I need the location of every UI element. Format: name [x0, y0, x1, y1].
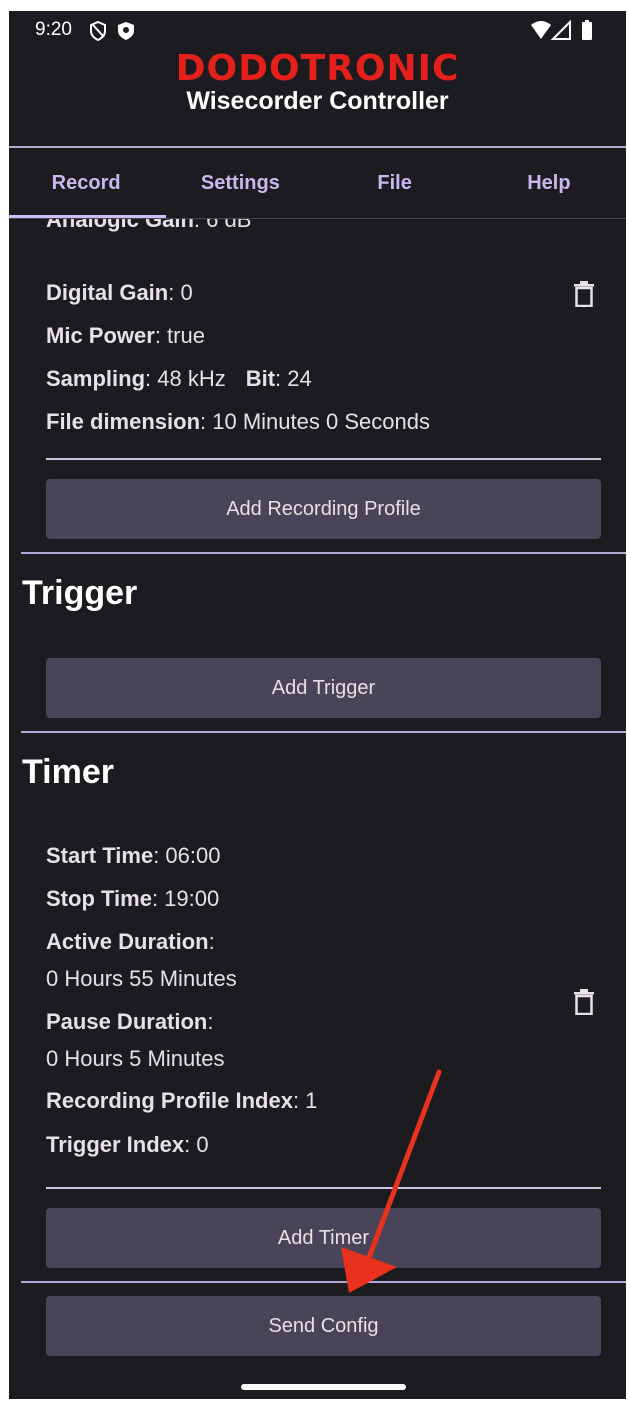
pause-duration-row: Pause Duration:	[46, 1009, 214, 1035]
mic-power-row: Mic Power: true	[46, 323, 205, 349]
analogic-gain-label: Analogic Gain	[46, 219, 194, 232]
tab-record[interactable]: Record	[9, 148, 163, 218]
security-shield-icon	[118, 22, 134, 40]
dodotronic-logo: DODOTRONIC	[175, 48, 460, 89]
pause-duration-colon: :	[207, 1009, 214, 1034]
recording-profile-index-row: Recording Profile Index: 1	[46, 1088, 317, 1114]
file-dimension-row: File dimension: 10 Minutes 0 Seconds	[46, 409, 430, 435]
digital-gain-value: : 0	[168, 280, 193, 305]
digital-gain-row: Digital Gain: 0	[46, 280, 193, 306]
recording-profile-index-label: Recording Profile Index	[46, 1088, 293, 1113]
trigger-index-label: Trigger Index	[46, 1132, 185, 1157]
add-trigger-button[interactable]: Add Trigger	[46, 658, 601, 718]
start-time-value: : 06:00	[153, 843, 221, 868]
tab-file[interactable]: File	[318, 148, 472, 218]
active-duration-row: Active Duration:	[46, 929, 215, 955]
stop-time-label: Stop Time	[46, 886, 152, 911]
trigger-section-title: Trigger	[22, 574, 138, 612]
send-config-button[interactable]: Send Config	[46, 1296, 601, 1356]
analogic-gain-value: : 6 dB	[193, 219, 252, 232]
bit-value: : 24	[275, 366, 312, 391]
section-divider-send	[21, 1281, 626, 1283]
home-indicator[interactable]	[241, 1384, 406, 1390]
sampling-row: Sampling: 48 kHz Bit: 24	[46, 366, 312, 392]
delete-profile-trash-icon[interactable]	[574, 281, 594, 307]
mic-power-value: : true	[154, 323, 205, 348]
digital-gain-label: Digital Gain	[46, 280, 169, 305]
tab-settings[interactable]: Settings	[163, 148, 317, 218]
pause-duration-label: Pause Duration	[46, 1009, 208, 1034]
active-duration-label: Active Duration	[46, 929, 209, 954]
section-divider-trigger	[21, 552, 626, 554]
section-divider-timer	[21, 731, 626, 733]
app-title: Wisecorder Controller	[186, 87, 449, 115]
status-right-icons	[530, 19, 600, 47]
recording-profile-index-value: : 1	[292, 1088, 318, 1113]
add-timer-button[interactable]: Add Timer	[46, 1208, 601, 1268]
active-duration-value: 0 Hours 55 Minutes	[46, 966, 237, 991]
add-recording-profile-button[interactable]: Add Recording Profile	[46, 479, 601, 539]
record-content[interactable]: Analogic Gain: 6 dB Digital Gain: 0 Mic …	[9, 219, 626, 1399]
wifi-icon	[531, 21, 551, 39]
pause-duration-value: 0 Hours 5 Minutes	[46, 1046, 225, 1071]
start-time-row: Start Time: 06:00	[46, 843, 220, 869]
stop-time-value: : 19:00	[151, 886, 220, 911]
bit-label: Bit	[245, 366, 276, 391]
status-time: 9:20	[35, 19, 72, 40]
timer-divider	[46, 1187, 601, 1189]
timer-section-title: Timer	[22, 753, 114, 791]
mic-power-label: Mic Power	[46, 323, 155, 348]
profile-divider	[46, 458, 601, 460]
tab-help[interactable]: Help	[472, 148, 626, 218]
stop-time-row: Stop Time: 19:00	[46, 886, 219, 912]
file-dimension-label: File dimension	[46, 409, 201, 434]
vpn-shield-icon	[90, 20, 106, 42]
sampling-label: Sampling	[46, 366, 146, 391]
active-duration-colon: :	[208, 929, 215, 954]
status-left-icons	[89, 20, 139, 47]
trigger-index-row: Trigger Index: 0	[46, 1132, 209, 1158]
sampling-value: : 48 kHz	[145, 366, 226, 391]
trigger-index-value: : 0	[184, 1132, 209, 1157]
signal-icon	[550, 19, 571, 40]
file-dimension-value: : 10 Minutes 0 Seconds	[200, 409, 430, 434]
battery-icon	[582, 20, 592, 40]
delete-timer-trash-icon[interactable]	[574, 989, 594, 1015]
analogic-gain-row: Analogic Gain: 6 dB	[46, 219, 251, 233]
start-time-label: Start Time	[46, 843, 154, 868]
phone-screen: 9:20 DODOTRONIC Wisecorder Controller Re…	[9, 11, 626, 1399]
tab-bar: Record Settings File Help	[9, 148, 626, 218]
